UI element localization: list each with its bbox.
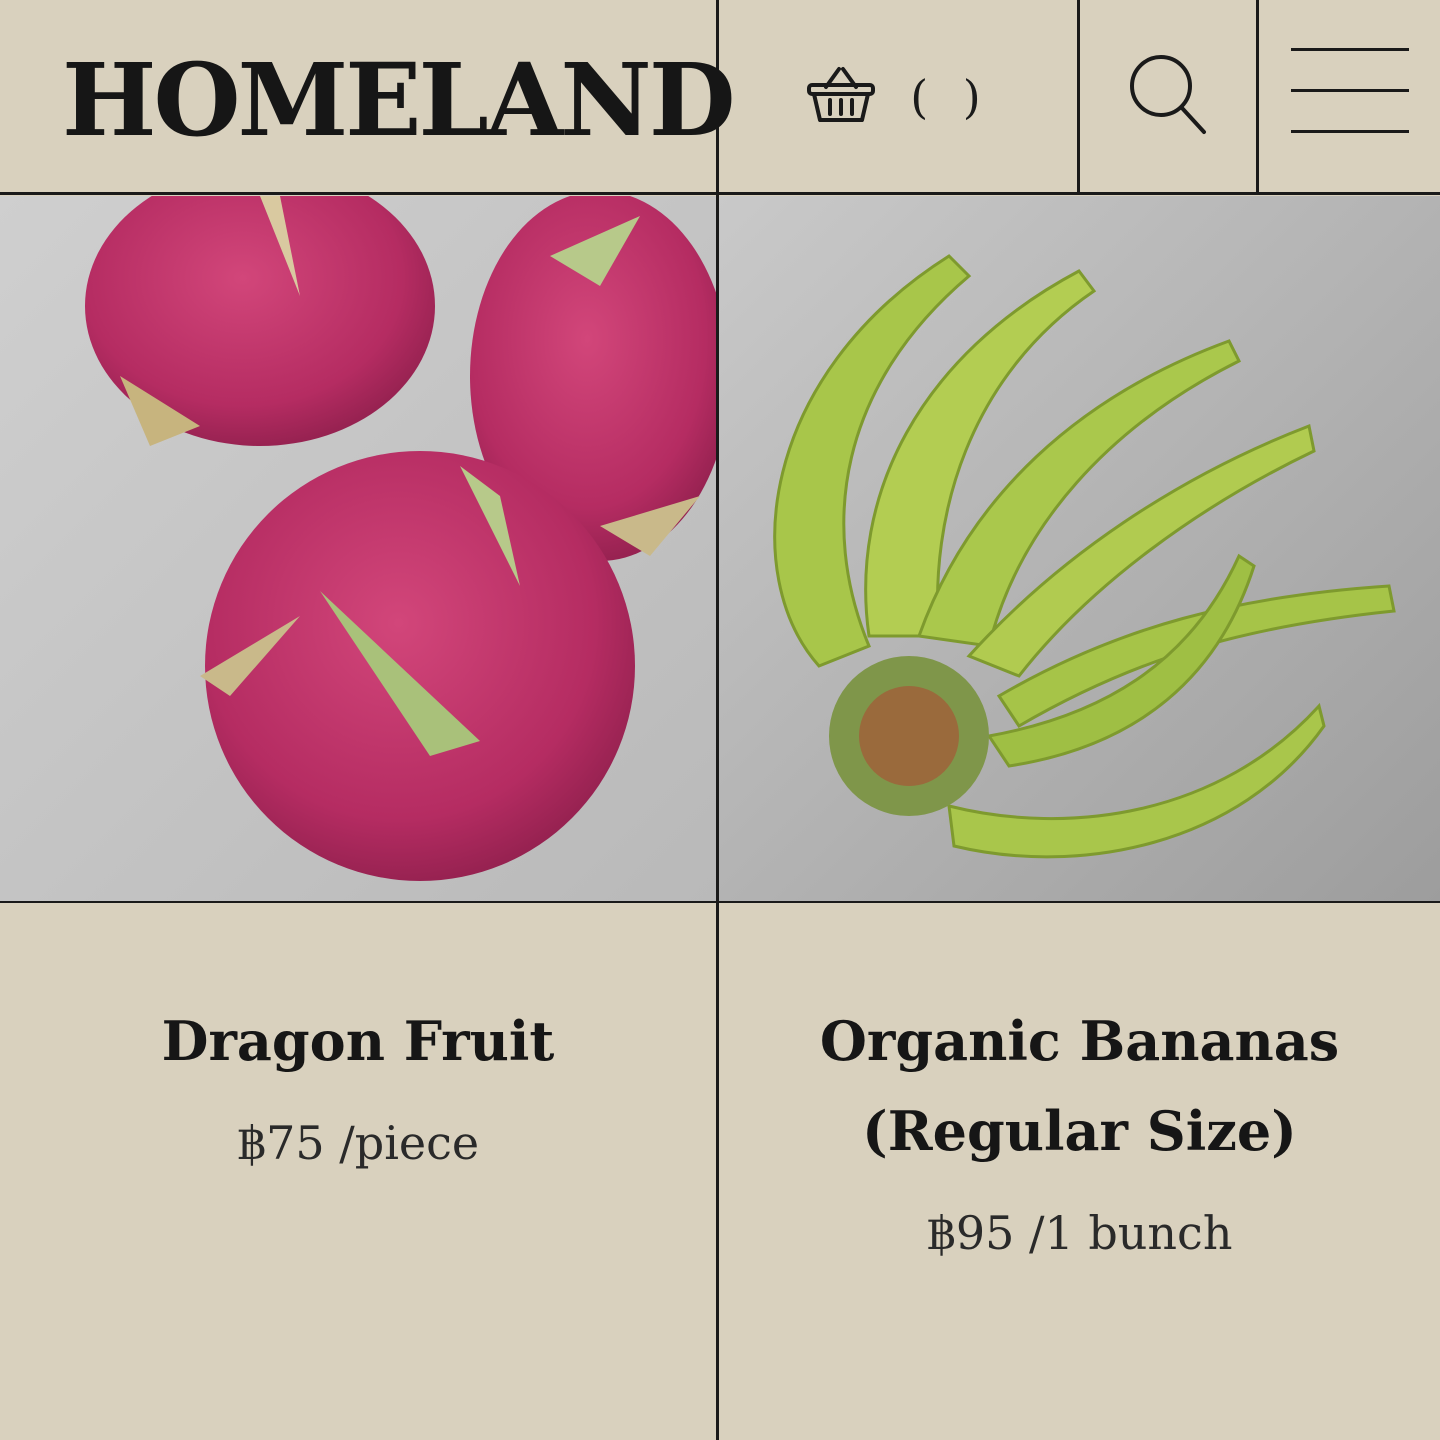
search-icon <box>1128 53 1208 141</box>
logo[interactable]: HOMELAND <box>62 40 736 160</box>
menu-line <box>1291 48 1409 51</box>
product-price: ฿95 /1 bunch <box>926 1206 1233 1260</box>
product-card-dragon-fruit[interactable]: Dragon Fruit ฿75 /piece <box>0 904 716 1440</box>
hamburger-menu-icon[interactable] <box>1259 0 1440 193</box>
dragon-fruit-photo[interactable] <box>0 196 716 901</box>
product-price: ฿75 /piece <box>236 1116 480 1170</box>
basket-icon <box>806 65 876 129</box>
cart-count: ( ) <box>910 69 991 124</box>
product-name-line1: Organic Bananas <box>819 1009 1340 1073</box>
bananas-photo[interactable] <box>719 196 1440 901</box>
product-name: Dragon Fruit <box>161 1009 555 1073</box>
menu-line <box>1291 89 1409 92</box>
search-button[interactable] <box>1080 0 1256 193</box>
product-name-line2: (Regular Size) <box>862 1099 1297 1163</box>
menu-line <box>1291 130 1409 133</box>
cart-button[interactable]: ( ) <box>720 0 1077 193</box>
product-card-bananas[interactable]: Organic Bananas (Regular Size) ฿95 /1 bu… <box>719 904 1440 1440</box>
